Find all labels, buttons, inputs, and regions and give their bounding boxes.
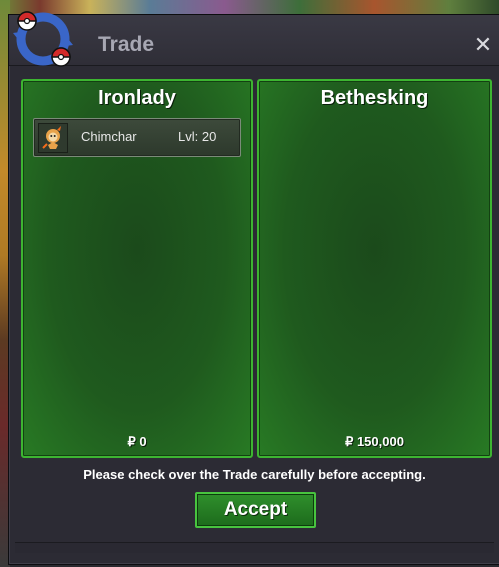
offer-panel-bethesking: Bethesking ₽ 150,000 — [257, 79, 492, 458]
player-name: Bethesking — [320, 87, 429, 109]
window-footer — [15, 542, 494, 553]
offer-panel-ironlady: Ironlady Chimchar Lvl: 20 ₽ 0 — [21, 79, 253, 458]
trade-notice: Please check over the Trade carefully be… — [83, 467, 426, 482]
money-offer: ₽ 0 — [127, 434, 147, 449]
trade-logo-icon — [13, 11, 73, 67]
pokemon-name: Chimchar — [81, 129, 137, 144]
pokemon-level: Lvl: 20 — [178, 129, 217, 144]
close-icon[interactable]: ✕ — [472, 35, 494, 57]
accept-button[interactable]: Accept — [195, 492, 316, 528]
chimchar-icon — [38, 123, 68, 153]
money-offer: ₽ 150,000 — [345, 434, 404, 449]
player-name: Ironlady — [98, 87, 176, 109]
trade-item-slot[interactable]: Chimchar Lvl: 20 — [33, 118, 241, 157]
trade-window: Trade ✕ Ironlady Chimchar Lvl: 20 ₽ 0 Be… — [8, 11, 499, 565]
window-title: Trade — [98, 33, 155, 56]
